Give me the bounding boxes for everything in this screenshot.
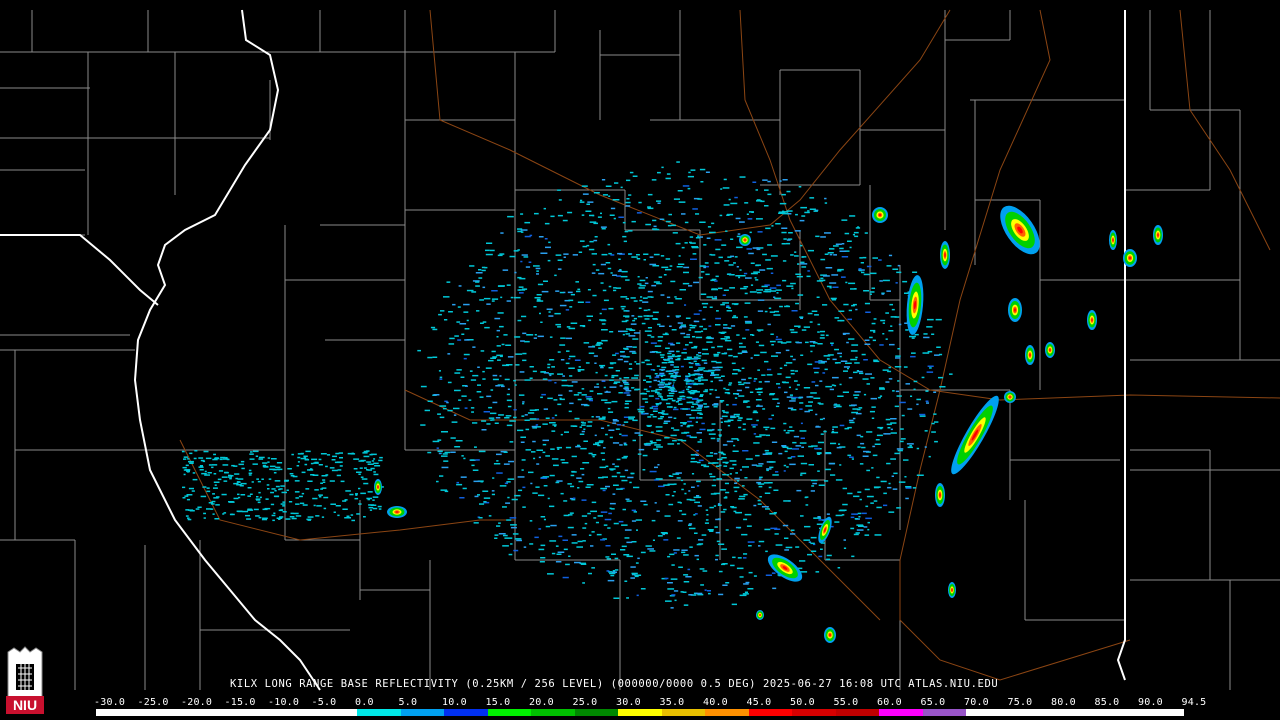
state-boundaries <box>0 9 1126 691</box>
scale-swatch <box>792 709 836 716</box>
scale-swatch <box>313 709 358 716</box>
scale-label: 40.0 <box>703 697 728 708</box>
color-scale-labels: -30.0 -25.0 -20.0 -15.0 -10.0 -5.0 0.0 5.0 10.0 1… <box>94 697 1206 709</box>
scale-swatch <box>835 709 880 716</box>
scale-swatch <box>705 709 749 716</box>
scale-label: 0.0 <box>355 697 374 708</box>
scale-label: 94.5 <box>1181 697 1207 708</box>
scale-label: 5.0 <box>398 697 418 708</box>
scale-label: 70.0 <box>964 697 989 708</box>
scale-label: -30.0 <box>94 697 126 708</box>
scale-label: 20.0 <box>529 697 554 708</box>
scale-label: 65.0 <box>920 697 946 708</box>
scale-label: -10.0 <box>268 697 300 708</box>
scale-label: -15.0 <box>224 697 256 708</box>
scale-swatch <box>531 709 575 716</box>
county-boundaries <box>0 10 1280 690</box>
scale-swatch <box>1096 709 1141 716</box>
scale-swatch <box>661 709 706 716</box>
scale-label: 15.0 <box>485 697 511 708</box>
scale-swatch <box>183 709 227 716</box>
scale-swatch <box>966 709 1010 716</box>
scale-swatch <box>487 709 532 716</box>
scale-swatch <box>270 709 314 716</box>
scale-swatch <box>748 709 793 716</box>
scale-swatch <box>139 709 184 716</box>
scale-label: -25.0 <box>137 697 169 708</box>
scale-label: 25.0 <box>572 697 598 708</box>
scale-label: -20.0 <box>181 697 213 708</box>
scale-swatch <box>879 709 923 716</box>
scale-label: -5.0 <box>311 697 337 708</box>
scale-swatch <box>444 709 488 716</box>
highway-lines <box>179 9 1280 681</box>
scale-swatch <box>1140 709 1184 716</box>
scale-swatch <box>1053 709 1097 716</box>
scale-label: 90.0 <box>1138 697 1163 708</box>
radar-map <box>0 9 1280 691</box>
reflectivity-echoes <box>181 161 1163 643</box>
scale-swatch <box>400 709 445 716</box>
scale-label: 45.0 <box>746 697 772 708</box>
product-caption: KILX LONG RANGE BASE REFLECTIVITY (0.25K… <box>230 678 999 690</box>
scale-label: 30.0 <box>616 697 641 708</box>
radar-site-marker <box>674 379 686 391</box>
scale-label: 60.0 <box>877 697 902 708</box>
scale-label: 75.0 <box>1007 697 1033 708</box>
svg-text:NIU: NIU <box>13 697 37 713</box>
scale-swatch <box>1009 709 1054 716</box>
scale-label: 10.0 <box>442 697 467 708</box>
scale-label: 80.0 <box>1051 697 1076 708</box>
scale-label: 35.0 <box>659 697 685 708</box>
scale-label: 50.0 <box>790 697 815 708</box>
scale-swatch <box>226 709 271 716</box>
scale-label: 55.0 <box>833 697 859 708</box>
scale-swatch <box>618 709 662 716</box>
niu-logo: NIU <box>6 646 44 714</box>
color-scale-bar <box>96 709 1184 716</box>
scale-label: 85.0 <box>1094 697 1120 708</box>
scale-swatch <box>574 709 619 716</box>
scale-swatch <box>922 709 967 716</box>
scale-swatch <box>96 709 140 716</box>
scale-swatch <box>357 709 401 716</box>
